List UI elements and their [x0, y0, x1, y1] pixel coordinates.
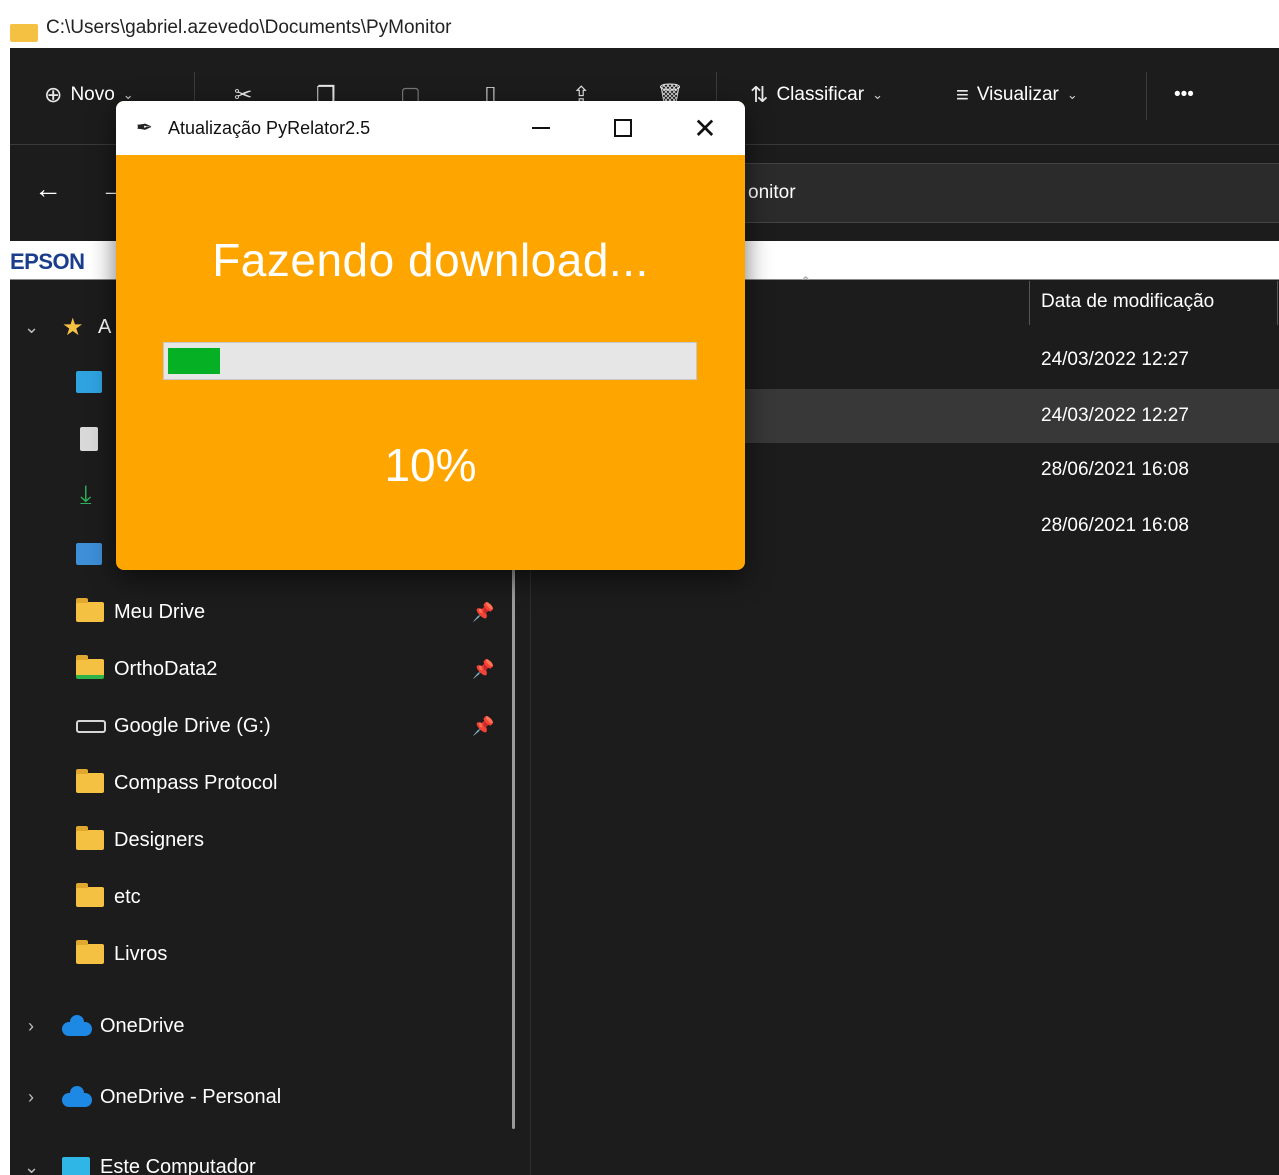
documents-icon[interactable]: [80, 427, 98, 451]
sidebar-item-etc[interactable]: etc: [10, 875, 510, 919]
minimize-icon: [532, 127, 550, 129]
desktop-icon[interactable]: [76, 371, 102, 393]
sidebar-item-label: OneDrive - Personal: [100, 1085, 282, 1108]
cloud-icon: [62, 1015, 92, 1036]
dialog-title: Atualização PyRelator2.5: [168, 118, 371, 138]
list-lines-icon: ≡: [956, 82, 969, 107]
maximize-icon: [614, 119, 632, 137]
explorer-titlebar: C:\Users\gabriel.azevedo\Documents\PyMon…: [10, 0, 1279, 48]
sort-button[interactable]: ⇅ Classificar ⌄: [750, 84, 883, 106]
star-icon: ★: [62, 313, 84, 341]
folder-icon: [76, 883, 104, 907]
row-date: 24/03/2022 12:27: [1041, 405, 1189, 426]
sidebar-item-meu-drive[interactable]: Meu Drive 📌: [10, 590, 510, 634]
sidebar-item-label: Designers: [114, 828, 205, 851]
sidebar-item-onedrive-personal[interactable]: › OneDrive - Personal: [10, 1075, 510, 1119]
sidebar-item-label: etc: [114, 885, 141, 908]
sidebar-item-designers[interactable]: Designers: [10, 818, 510, 862]
row-date: 28/06/2021 16:08: [1041, 515, 1189, 536]
epson-logo: EPSON: [10, 249, 85, 274]
sidebar-item-google-drive[interactable]: Google Drive (G:) 📌: [10, 704, 510, 748]
drive-icon: [76, 719, 106, 733]
update-dialog: ✒ Atualização PyRelator2.5 ✕ Fazendo dow…: [116, 101, 745, 570]
folder-icon: [76, 769, 104, 793]
sidebar-item-orthodata2[interactable]: OrthoData2 📌: [10, 647, 510, 691]
row-date: 28/06/2021 16:08: [1041, 459, 1189, 480]
sidebar-item-onedrive[interactable]: › OneDrive: [10, 1004, 510, 1048]
sidebar-scrollbar[interactable]: [512, 569, 515, 1129]
view-label: Visualizar: [976, 84, 1059, 105]
row-date: 24/03/2022 12:27: [1041, 349, 1189, 370]
address-bar[interactable]: onitor: [710, 163, 1279, 223]
folder-icon: [76, 826, 104, 850]
toolbar-divider: [1146, 72, 1147, 120]
folder-icon: [76, 655, 104, 679]
download-status-heading: Fazendo download...: [212, 234, 649, 286]
sidebar-item-label: A: [98, 315, 112, 338]
close-icon: ✕: [693, 112, 717, 144]
sidebar-item-label: Livros: [114, 942, 168, 965]
folder-icon: [10, 24, 38, 42]
view-button[interactable]: ≡ Visualizar ⌄: [956, 84, 1078, 106]
pin-icon: 📌: [472, 715, 495, 736]
plus-circle-icon: ⊕: [44, 82, 63, 107]
sidebar-item-label: Google Drive (G:): [114, 714, 271, 737]
sort-arrows-icon: ⇅: [750, 82, 769, 107]
sidebar-item-livros[interactable]: Livros: [10, 932, 510, 976]
minimize-button[interactable]: [500, 101, 582, 155]
close-button[interactable]: ✕: [664, 101, 745, 155]
sidebar-item-this-pc[interactable]: ⌄ Este Computador: [10, 1145, 510, 1175]
progress-fill: [168, 348, 220, 374]
maximize-button[interactable]: [582, 101, 664, 155]
sort-label: Classificar: [776, 84, 865, 105]
chevron-down-icon[interactable]: ⌄: [24, 1157, 39, 1175]
folder-icon: [76, 598, 104, 622]
chevron-right-icon[interactable]: ›: [28, 1087, 34, 1108]
download-icon[interactable]: ⤓: [80, 481, 106, 507]
feather-icon: ✒: [136, 117, 153, 139]
column-divider[interactable]: [1277, 281, 1278, 325]
chevron-down-icon[interactable]: ⌄: [24, 317, 39, 338]
sidebar-item-label: OrthoData2: [114, 657, 218, 680]
sidebar-item-label: Este Computador: [100, 1155, 256, 1175]
column-divider[interactable]: [1029, 281, 1030, 325]
address-text: onitor: [748, 182, 796, 203]
folder-icon: [76, 940, 104, 964]
pin-icon: 📌: [472, 658, 495, 679]
window-path: C:\Users\gabriel.azevedo\Documents\PyMon…: [46, 17, 452, 38]
more-options-button[interactable]: •••: [1174, 84, 1194, 106]
chevron-right-icon[interactable]: ›: [28, 1016, 34, 1037]
cloud-icon: [62, 1086, 92, 1107]
progress-percent: 10%: [384, 439, 477, 491]
computer-icon: [62, 1157, 90, 1175]
download-progress-bar: [163, 342, 697, 380]
column-header-date[interactable]: Data de modificação: [1041, 291, 1214, 313]
chevron-down-icon: ⌄: [1066, 87, 1078, 102]
sidebar-item-label: OneDrive: [100, 1014, 185, 1037]
pictures-icon[interactable]: [76, 543, 102, 565]
back-arrow-icon[interactable]: ←: [34, 173, 62, 205]
pin-icon: 📌: [472, 601, 495, 622]
sort-up-icon: ⌃: [799, 275, 813, 292]
sidebar-item-label: Meu Drive: [114, 600, 206, 623]
chevron-down-icon: ⌄: [872, 87, 883, 102]
more-dots-icon: •••: [1174, 84, 1194, 105]
sidebar-item-compass-protocol[interactable]: Compass Protocol: [10, 761, 510, 805]
new-label: Novo: [70, 84, 115, 105]
sidebar-item-label: Compass Protocol: [114, 771, 278, 794]
dialog-titlebar[interactable]: ✒ Atualização PyRelator2.5 ✕: [116, 101, 745, 155]
